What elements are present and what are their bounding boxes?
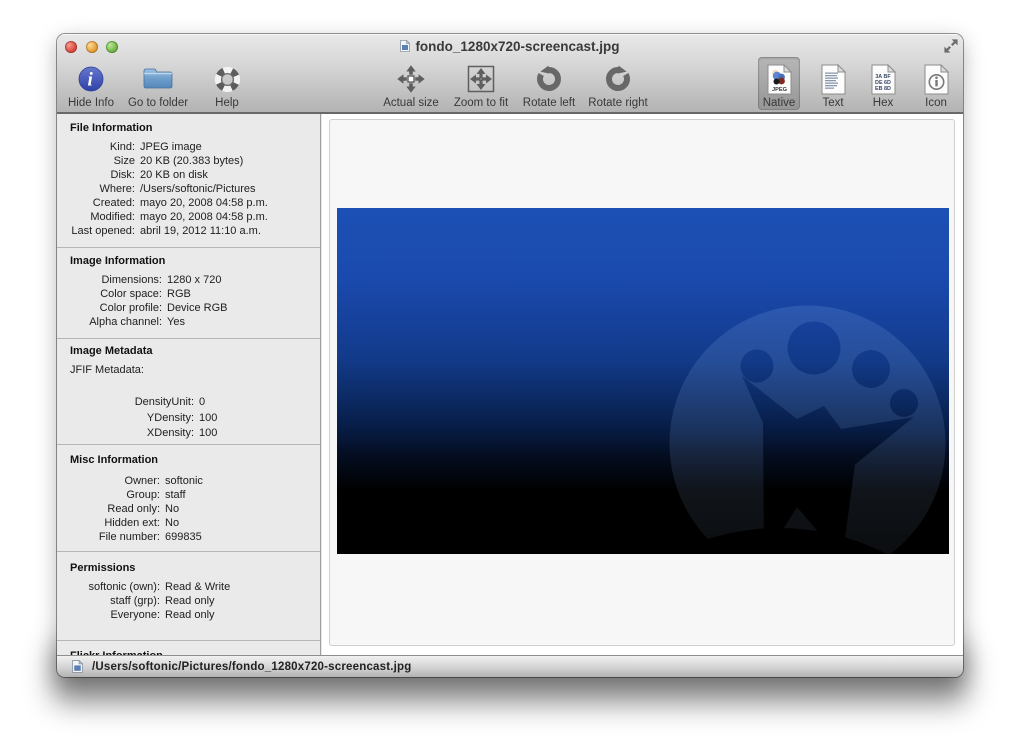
svg-text:i: i — [88, 70, 94, 91]
svg-text:EB 8D: EB 8D — [875, 86, 891, 92]
svg-text:JPEG: JPEG — [772, 87, 787, 93]
